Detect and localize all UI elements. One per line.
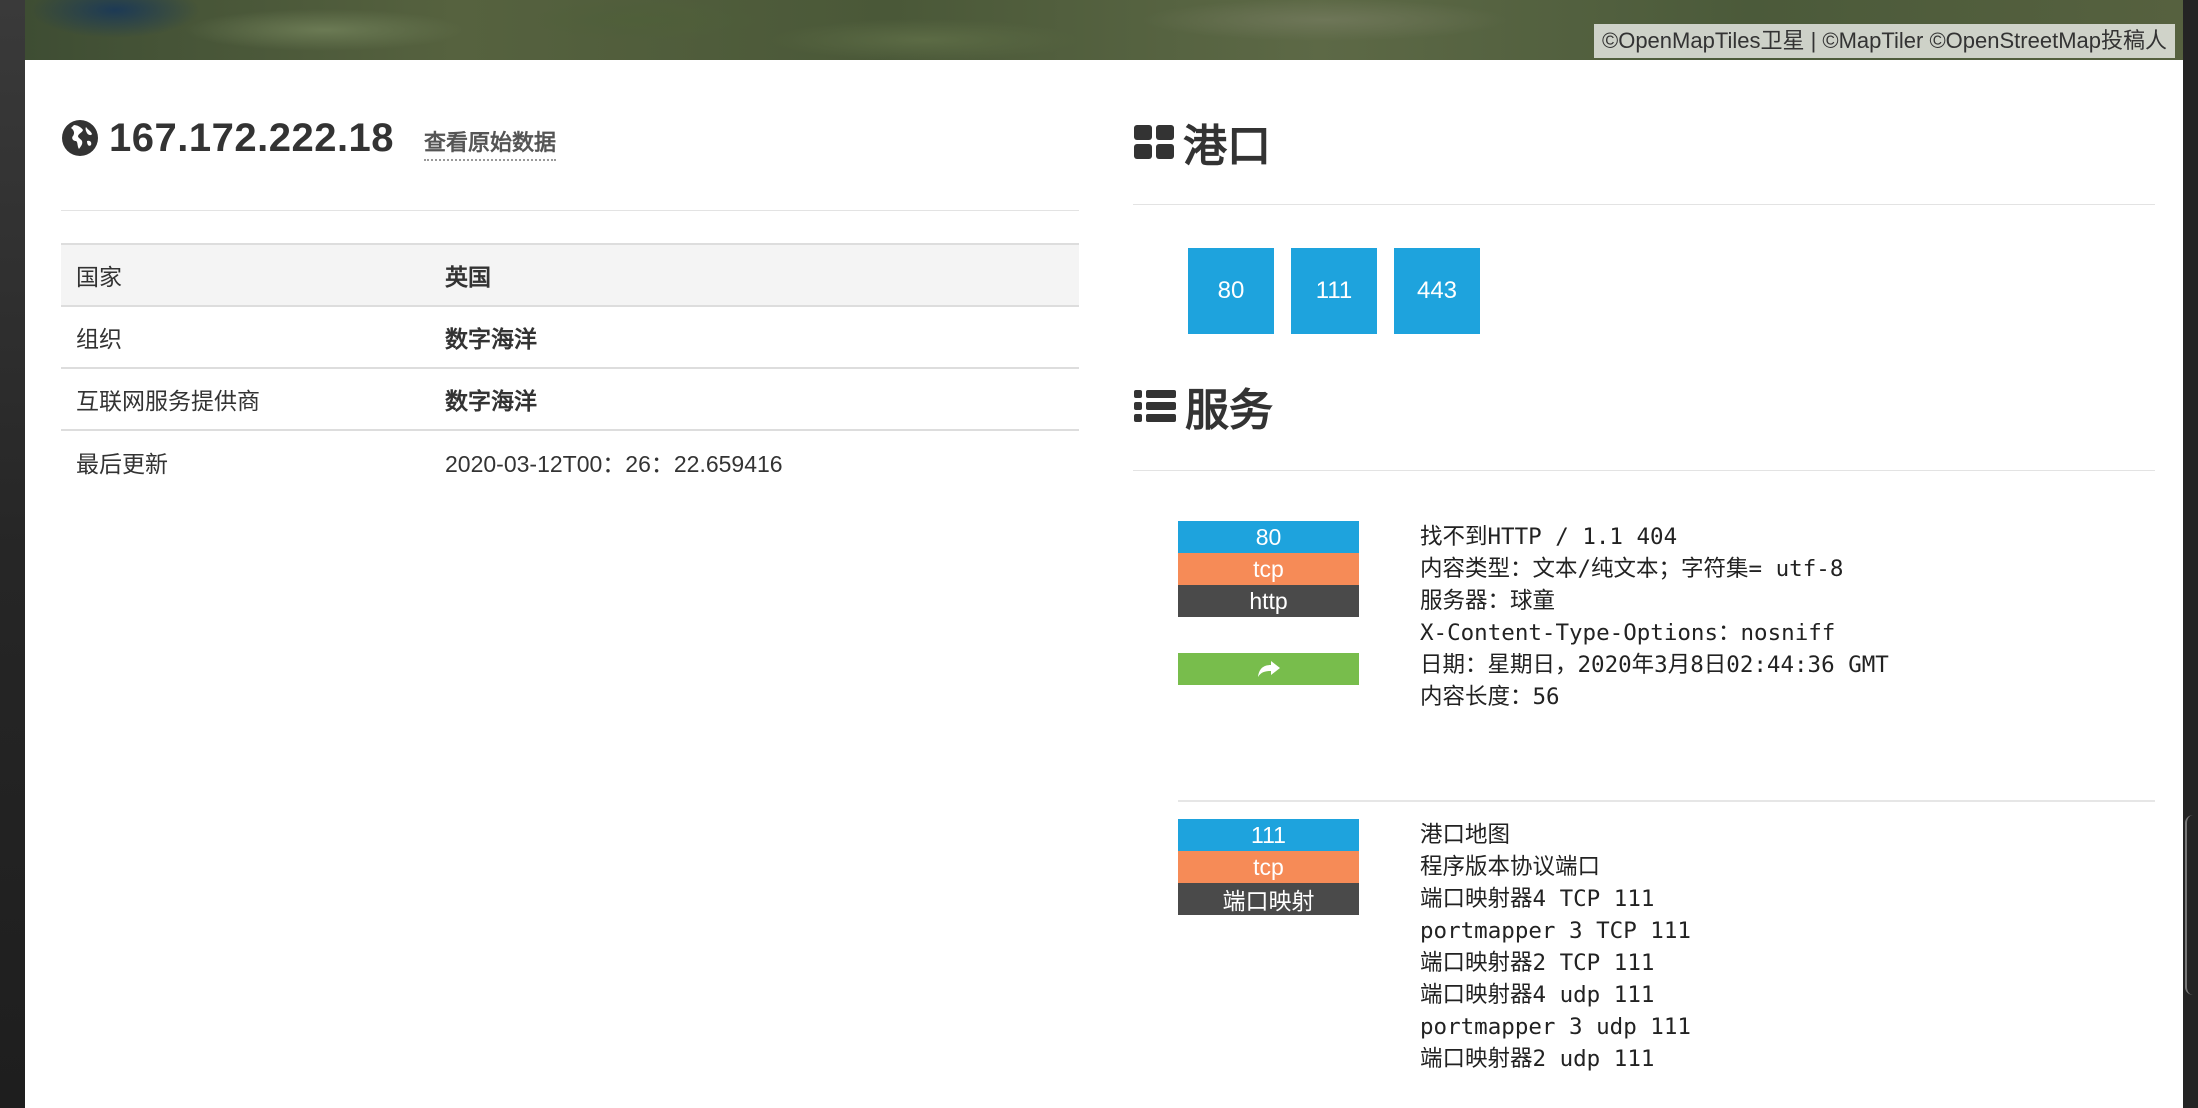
table-row: 国家 英国 xyxy=(61,244,1079,306)
scrollbar-stub[interactable] xyxy=(2185,815,2197,995)
banner-line: 内容长度：56 xyxy=(1420,684,1560,710)
host-info-table: 国家 英国 组织 数字海洋 互联网服务提供商 数字海洋 最后更新 2020-03… xyxy=(61,243,1079,492)
port-tile[interactable]: 443 xyxy=(1394,248,1480,334)
banner-line: 服务器：球童 xyxy=(1420,588,1556,614)
list-icon xyxy=(1134,390,1176,422)
globe-icon xyxy=(62,120,98,156)
page: ©OpenMapTiles卫星 | ©MapTiler ©OpenStreetM… xyxy=(25,0,2183,1108)
banner-line: 端口映射器4 TCP 111 xyxy=(1420,886,1655,912)
service-separator xyxy=(1178,800,2155,802)
map-attribution[interactable]: ©OpenMapTiles卫星 | ©MapTiler ©OpenStreetM… xyxy=(1594,24,2175,58)
banner-line: 程序版本协议端口 xyxy=(1420,854,1601,880)
banner-line: 端口映射器4 udp 111 xyxy=(1420,982,1655,1008)
redirect-button[interactable] xyxy=(1178,653,1359,685)
divider xyxy=(1133,470,2155,471)
service-port-badge[interactable]: 111 xyxy=(1178,819,1359,851)
table-row: 最后更新 2020-03-12T00：26：22.659416 xyxy=(61,430,1079,492)
service-banner: 找不到HTTP / 1.1 404 内容类型：文本/纯文本；字符集= utf-8 服… xyxy=(1420,521,1889,713)
banner-line: 港口地图 xyxy=(1420,822,1511,848)
banner-line: 端口映射器2 udp 111 xyxy=(1420,1046,1655,1072)
service-banner: 港口地图程序版本协议端口端口映射器4 TCP 111 portmapper 3 T… xyxy=(1420,819,1691,1075)
banner-line: 端口映射器2 TCP 111 xyxy=(1420,950,1655,976)
service-port-badge[interactable]: 80 xyxy=(1178,521,1359,553)
service-entry: 111 tcp 端口映射 港口地图程序版本协议端口端口映射器4 TCP 111 p… xyxy=(1178,819,2155,1089)
row-value: 数字海洋 xyxy=(445,388,537,414)
services-title: 服务 xyxy=(1185,386,1273,435)
service-protocol-badge: tcp xyxy=(1178,553,1359,585)
left-window-edge xyxy=(0,0,25,1108)
services-heading: 服务 xyxy=(1133,376,1273,436)
satellite-map-banner[interactable]: ©OpenMapTiles卫星 | ©MapTiler ©OpenStreetM… xyxy=(25,0,2183,60)
row-key: 最后更新 xyxy=(76,450,168,477)
service-badges: 80 tcp http xyxy=(1178,521,1359,617)
table-row: 互联网服务提供商 数字海洋 xyxy=(61,368,1079,430)
ports-heading: 港口 xyxy=(1133,112,1271,172)
banner-line: portmapper 3 udp 111 xyxy=(1420,1014,1691,1040)
right-window-edge xyxy=(2183,0,2198,1108)
banner-line: 找不到HTTP / 1.1 404 xyxy=(1420,524,1678,550)
port-tile[interactable]: 80 xyxy=(1188,248,1274,334)
port-tile[interactable]: 111 xyxy=(1291,248,1377,334)
share-arrow-icon xyxy=(1257,661,1280,677)
service-name-badge: 端口映射 xyxy=(1178,883,1359,915)
service-protocol-badge: tcp xyxy=(1178,851,1359,883)
row-value: 英国 xyxy=(445,264,491,290)
service-name-badge: http xyxy=(1178,585,1359,617)
ip-address: 167.172.222.18 xyxy=(109,115,395,160)
banner-line: 日期：星期日，2020年3月8日02:44:36 GMT xyxy=(1420,652,1889,678)
ports-title: 港口 xyxy=(1183,122,1271,171)
row-key: 互联网服务提供商 xyxy=(76,388,260,414)
service-entry: 80 tcp http 找不到HTTP / 1.1 404 内容类型：文本/纯文本… xyxy=(1178,521,2155,721)
service-badges: 111 tcp 端口映射 xyxy=(1178,819,1359,915)
divider xyxy=(61,210,1079,211)
table-row: 组织 数字海洋 xyxy=(61,306,1079,368)
row-key: 组织 xyxy=(76,326,122,352)
host-header: 167.172.222.18 查看原始数据 xyxy=(61,112,557,164)
row-key: 国家 xyxy=(76,264,122,290)
divider xyxy=(1133,204,2155,205)
banner-line: X-Content-Type-Options：nosniff xyxy=(1420,620,1836,646)
th-large-icon xyxy=(1134,125,1174,159)
banner-line: 内容类型：文本/纯文本；字符集= utf-8 xyxy=(1420,556,1844,582)
banner-line: portmapper 3 TCP 111 xyxy=(1420,918,1691,944)
row-value: 数字海洋 xyxy=(445,326,537,352)
raw-data-link[interactable]: 查看原始数据 xyxy=(424,125,557,161)
port-list: 80 111 443 xyxy=(1188,248,1480,334)
row-value: 2020-03-12T00：26：22.659416 xyxy=(445,450,783,477)
